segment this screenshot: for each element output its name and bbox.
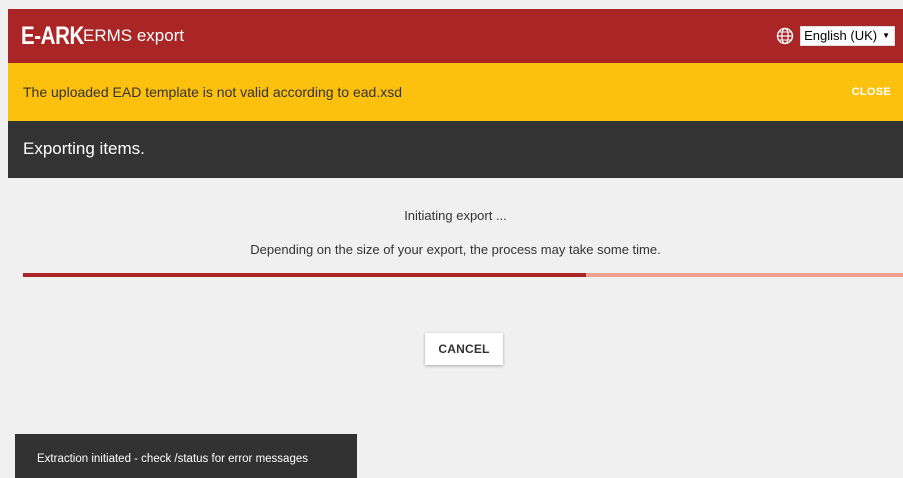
export-info: Depending on the size of your export, th…: [250, 242, 661, 257]
language-switcher: English (UK) ▼: [776, 25, 895, 47]
logo: E-ARK: [21, 22, 84, 50]
toast-notification: Extraction initiated - check /status for…: [15, 434, 357, 478]
app-header: E-ARK ERMS export English (UK) ▼: [8, 9, 903, 63]
language-select[interactable]: English (UK) ▼: [800, 26, 895, 46]
export-progress-fill: [23, 273, 587, 277]
warning-banner: The uploaded EAD template is not valid a…: [8, 63, 903, 121]
section-title: Exporting items.: [23, 139, 145, 158]
globe-icon: [776, 27, 794, 45]
caret-down-icon: ▼: [882, 31, 890, 40]
section-header: Exporting items.: [8, 121, 903, 178]
app-title: ERMS export: [83, 26, 185, 45]
warning-message: The uploaded EAD template is not valid a…: [23, 84, 403, 100]
close-warning-button[interactable]: CLOSE: [852, 85, 891, 99]
language-selected-value: English (UK): [804, 28, 878, 43]
cancel-button[interactable]: CANCEL: [425, 333, 503, 365]
export-progress-bar: [23, 273, 903, 277]
export-status: Initiating export ...: [404, 208, 507, 223]
